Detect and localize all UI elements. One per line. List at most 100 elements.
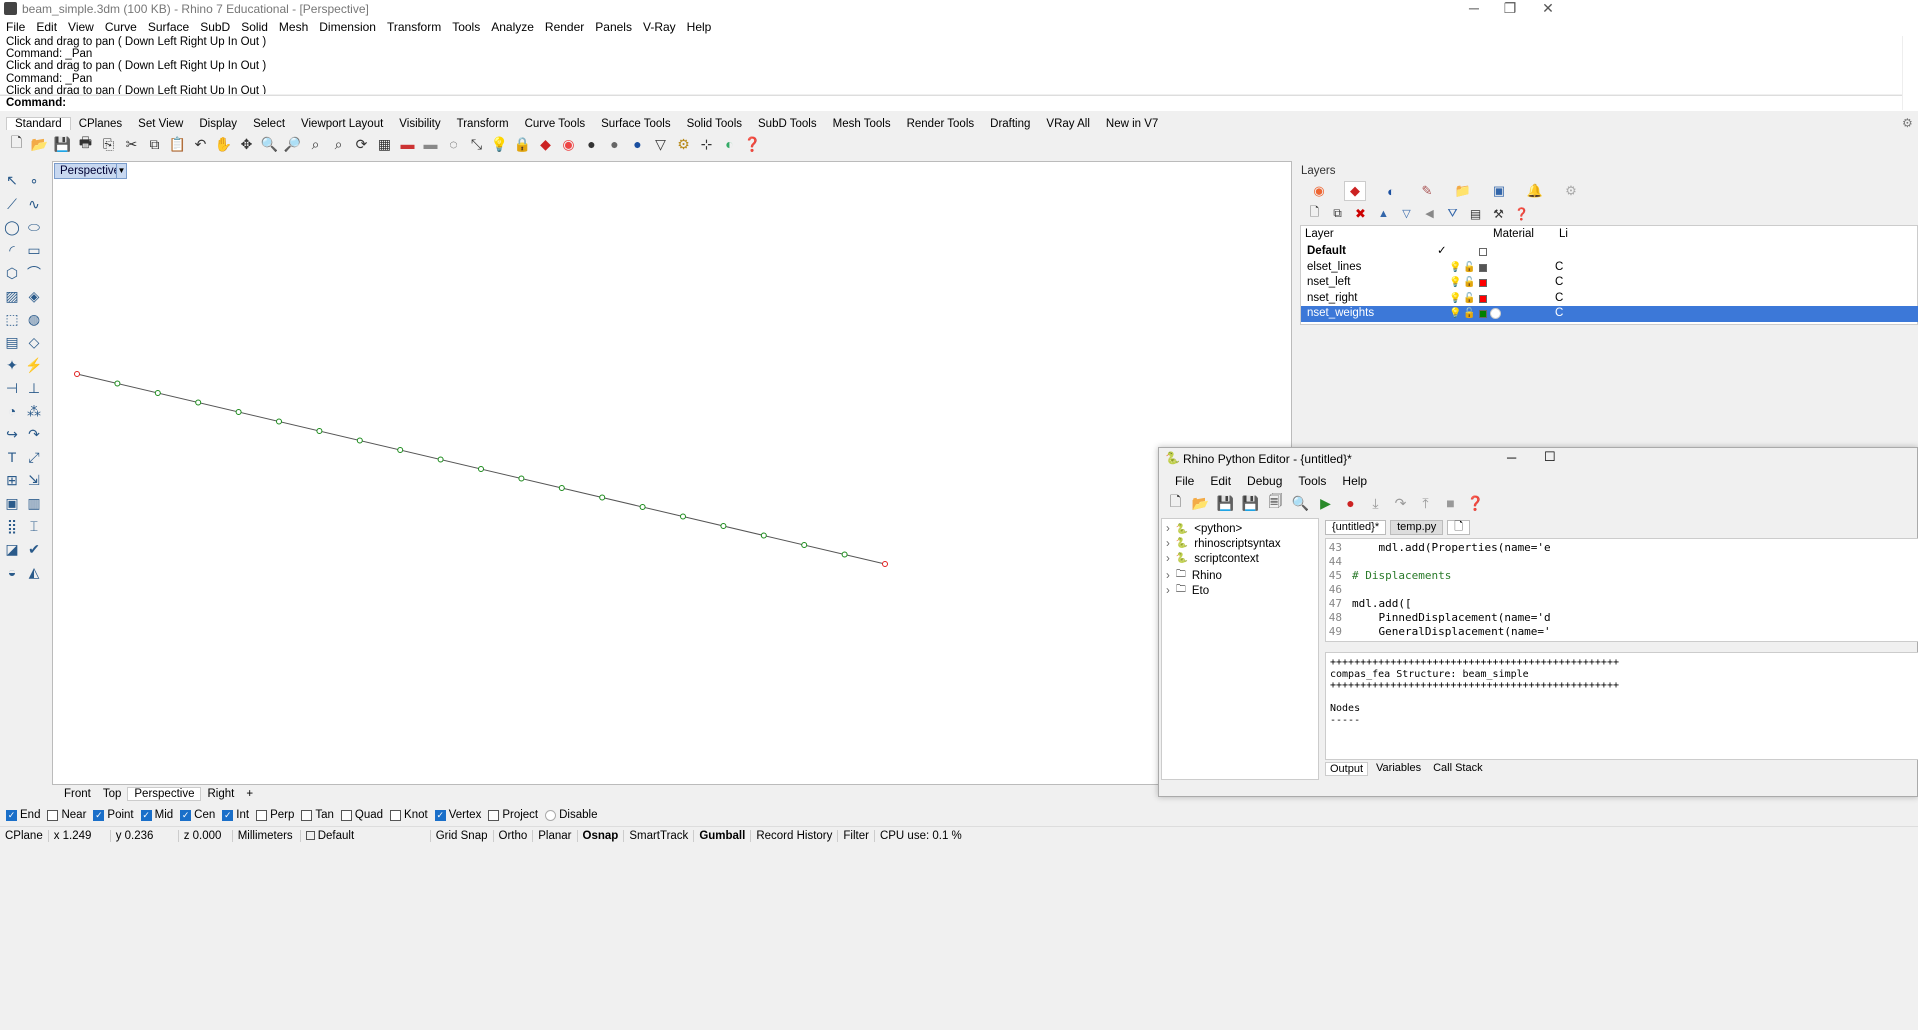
osnap-checkbox[interactable] (47, 809, 59, 821)
display-icon[interactable]: ▣ (1488, 181, 1510, 201)
code-editor[interactable]: 43 mdl.add(Properties(name='e 44 45 # Displ… (1325, 538, 1918, 642)
tab-subd-tools[interactable]: SubD Tools (750, 118, 825, 130)
tools-icon[interactable]: ⚒ (1488, 203, 1509, 224)
layer-linetype[interactable]: C (1555, 306, 1563, 321)
expand-chevron-icon[interactable]: › (1166, 585, 1170, 597)
osnap-mid[interactable]: ✓ Mid (140, 809, 173, 821)
layer-linetype[interactable]: C (1555, 291, 1563, 306)
menu-surface[interactable]: Surface (142, 20, 194, 34)
tab-transform[interactable]: Transform (449, 118, 517, 130)
menu-tools[interactable]: Tools (446, 20, 485, 34)
code-line[interactable]: 45 # Displacements (1326, 569, 1452, 583)
tab-solid-tools[interactable]: Solid Tools (679, 118, 750, 130)
render-tab-icon[interactable]: ◐ (1380, 181, 1402, 201)
boolean-icon[interactable]: ◔ (2, 401, 22, 421)
layer-linetype[interactable]: C (1555, 275, 1563, 290)
weight-node-point[interactable] (841, 551, 848, 558)
menu-solid[interactable]: Solid (235, 20, 273, 34)
analyze-icon[interactable]: ◪ (2, 539, 22, 559)
menu-render[interactable]: Render (539, 20, 589, 34)
layer-color-swatch[interactable] (1479, 279, 1487, 287)
weight-node-point[interactable] (437, 456, 444, 463)
scale-icon[interactable]: ⤢ (24, 447, 44, 467)
tab-set-view[interactable]: Set View (130, 118, 191, 130)
weight-node-point[interactable] (195, 399, 202, 406)
new-file-icon[interactable]: 🗋 (6, 134, 27, 155)
weight-node-point[interactable] (680, 513, 686, 520)
rectangle-icon[interactable]: ▭ (24, 240, 44, 260)
properties-icon[interactable]: ◉ (1308, 181, 1330, 201)
layer-color-swatch[interactable] (1479, 294, 1487, 303)
layer-help-icon[interactable]: ❓ (1511, 203, 1532, 224)
weight-node-point[interactable] (397, 447, 404, 453)
tab-curve-tools[interactable]: Curve Tools (517, 118, 594, 130)
loft-icon[interactable]: ◈ (24, 286, 44, 306)
polygon-icon[interactable]: ⬡ (2, 263, 22, 283)
weight-node-point[interactable] (801, 542, 808, 548)
close-button[interactable]: ✕ (1528, 0, 1568, 18)
layer-material-swatch[interactable] (1490, 308, 1501, 319)
point-icon[interactable]: ∘ (24, 170, 44, 190)
osnap-disable[interactable]: Disable (545, 809, 597, 821)
osnap-checkbox[interactable] (488, 809, 500, 821)
explode-icon[interactable]: ⚡ (24, 355, 44, 375)
four-viewports-icon[interactable]: ▦ (374, 134, 395, 155)
osnap-vertex[interactable]: ✓ Vertex (434, 809, 481, 821)
layer-visible-bulb-icon[interactable]: 💡 (1449, 291, 1461, 306)
layer-states-icon[interactable]: ▤ (1465, 203, 1486, 224)
menu-curve[interactable]: Curve (99, 20, 142, 34)
viewport-tab-front[interactable]: Front (58, 788, 97, 800)
menu-analyze[interactable]: Analyze (485, 20, 539, 34)
status-planar[interactable]: Planar (533, 829, 578, 842)
column-header-material[interactable]: Material (1493, 228, 1534, 240)
new-sublayer-icon[interactable]: ⧉ (1327, 203, 1348, 224)
fillet-edge-icon[interactable]: ↪ (2, 424, 22, 444)
py-breakpoint-icon[interactable]: ● (1340, 493, 1361, 514)
status-units[interactable]: Millimeters (233, 829, 301, 842)
layer-color-swatch[interactable] (1479, 248, 1487, 256)
osnap-checkbox[interactable] (256, 809, 268, 821)
py-stop-icon[interactable]: ■ (1440, 493, 1461, 514)
command-history[interactable]: Click and drag to pan ( Down Left Right … (0, 36, 1902, 94)
status-record-history[interactable]: Record History (751, 829, 839, 842)
tab-display[interactable]: Display (191, 118, 245, 130)
globe-icon[interactable]: ◐ (719, 134, 740, 155)
tree-node[interactable]: › 🐍 <python> (1166, 523, 1242, 535)
weight-node-point[interactable] (760, 532, 767, 539)
layers-icon[interactable]: ◆ (1344, 181, 1366, 201)
clipping-icon[interactable]: ⌶ (24, 516, 44, 536)
layer-row[interactable]: nset_weights 💡 🔓 C (1301, 306, 1918, 322)
tab-new-in-v7[interactable]: New in V7 (1098, 118, 1166, 130)
check-icon[interactable]: ✔ (24, 539, 44, 559)
car-gray-icon[interactable]: ▬ (420, 134, 441, 155)
column-header-layer[interactable]: Layer (1305, 228, 1334, 240)
code-line[interactable]: 43 mdl.add(Properties(name='e (1326, 541, 1551, 555)
py-menu-tools[interactable]: Tools (1290, 474, 1334, 488)
help-icon[interactable]: ❓ (742, 134, 763, 155)
weight-node-point[interactable] (235, 409, 242, 415)
layer-row[interactable]: Default ✓ (1301, 244, 1918, 260)
settings-gear-icon[interactable]: ⚙ (1902, 116, 1913, 130)
export-icon[interactable]: ⎘ (98, 134, 119, 155)
weight-node-point[interactable] (316, 428, 323, 434)
status-grid-snap[interactable]: Grid Snap (431, 829, 494, 842)
command-scrollbar[interactable] (1902, 36, 1918, 110)
new-layer-icon[interactable]: 🗋 (1304, 203, 1325, 224)
notifications-bell-icon[interactable]: 🔔 (1524, 181, 1546, 201)
call-stack-tab[interactable]: Call Stack (1429, 762, 1487, 776)
code-line[interactable]: 46 (1326, 583, 1352, 597)
code-line[interactable]: 44 (1326, 555, 1352, 569)
gear-settings-icon[interactable]: ⚙ (673, 134, 694, 155)
bulb-icon[interactable]: 💡 (489, 134, 510, 155)
open-file-icon[interactable]: 📂 (29, 134, 50, 155)
layer-visible-bulb-icon[interactable]: 💡 (1449, 306, 1461, 321)
layer-lock-icon[interactable]: 🔓 (1463, 260, 1475, 275)
tab-viewport-layout[interactable]: Viewport Layout (293, 118, 391, 130)
solid-box-icon[interactable]: ▣ (2, 493, 22, 513)
select-arrow-icon[interactable]: ↖ (2, 170, 22, 190)
osnap-cen[interactable]: ✓ Cen (180, 809, 215, 821)
osnap-checkbox[interactable]: ✓ (93, 809, 105, 821)
zoom-selected-icon[interactable]: ⌕ (328, 134, 349, 155)
osnap-tan[interactable]: Tan (301, 809, 334, 821)
layer-lock-icon[interactable]: 🔓 (1463, 275, 1475, 290)
